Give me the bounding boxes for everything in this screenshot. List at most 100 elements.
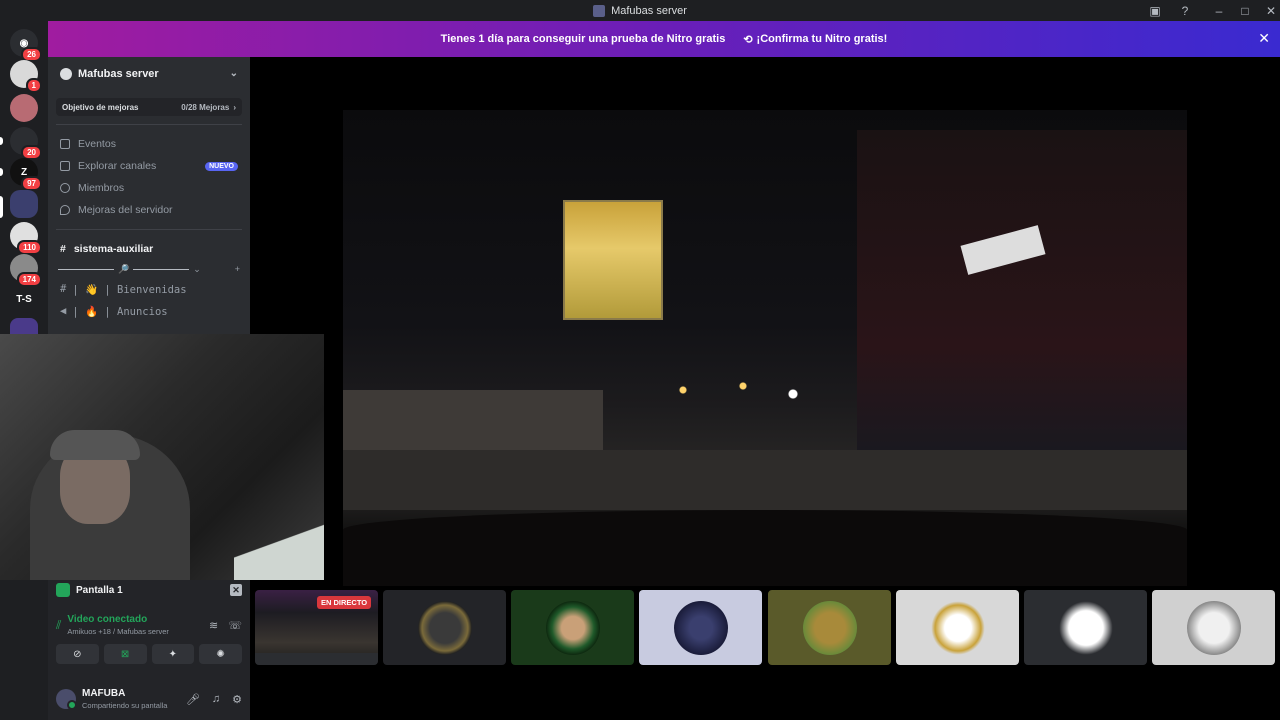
direct-messages-icon[interactable]: ◉ 26 — [10, 29, 42, 62]
separator-icon: 🔎 — [118, 263, 130, 274]
server-icon[interactable]: 174 — [10, 254, 42, 287]
camera-off-button[interactable]: ⊘ — [56, 644, 99, 664]
participant-avatar — [1058, 600, 1113, 655]
maximize-icon[interactable]: □ — [1232, 0, 1258, 21]
window-titlebar: Mafubas server ▣ ? – □ ✕ — [0, 0, 1280, 21]
chevron-right-icon: › — [233, 102, 236, 112]
participant-tile[interactable] — [1024, 590, 1147, 665]
nav-members[interactable]: Miembros — [48, 177, 250, 199]
nav-label: Explorar canales — [78, 160, 157, 172]
participant-avatar — [417, 600, 472, 655]
server-badge: 97 — [21, 176, 42, 191]
minimize-icon[interactable]: – — [1206, 0, 1232, 21]
inbox-icon[interactable]: ▣ — [1142, 0, 1168, 21]
server-shield-icon — [60, 67, 72, 80]
user-status: Compartiendo su pantalla — [82, 701, 168, 710]
video-dashboard — [343, 510, 1187, 586]
screen-share-button[interactable]: ⊠ — [103, 644, 147, 664]
participant-avatar — [545, 600, 600, 655]
voice-actions: ≋ ☏ — [209, 619, 242, 632]
participant-avatar — [930, 600, 985, 655]
selected-indicator — [0, 196, 3, 218]
participant-tile[interactable] — [1152, 590, 1275, 665]
activities-button[interactable]: ✦ — [151, 644, 195, 664]
screen-share-icon — [56, 583, 70, 597]
server-icon[interactable] — [10, 318, 38, 334]
channel-sistema-auxiliar[interactable]: # sistema-auxiliar — [48, 238, 250, 260]
avatar[interactable] — [56, 689, 77, 710]
server-icon[interactable]: 20 — [10, 127, 42, 160]
microphone-icon[interactable]: 🎤︎ — [186, 693, 200, 706]
boost-count: 0/28 Mejoras — [181, 102, 230, 112]
nitro-icon: ⟲ — [743, 33, 753, 46]
close-window-icon[interactable]: ✕ — [1258, 0, 1280, 21]
video-road — [343, 450, 1187, 510]
participant-tile[interactable] — [511, 590, 634, 665]
help-icon[interactable]: ? — [1172, 0, 1198, 21]
server-label: T-S — [16, 293, 32, 305]
browse-icon — [60, 161, 70, 171]
stream-title: Pantalla 1 — [76, 584, 123, 596]
server-icon[interactable]: Z 97 — [10, 158, 42, 191]
participant-tile[interactable] — [639, 590, 762, 665]
username: MAFUBA — [82, 688, 126, 699]
divider — [56, 229, 242, 230]
video-billboard — [563, 200, 663, 320]
channel-label: | 👋 | Bienvenidas — [72, 283, 187, 296]
close-banner-icon[interactable]: ✕ — [1258, 30, 1270, 47]
nav-events[interactable]: Eventos — [48, 133, 250, 155]
participant-tile-stream[interactable]: EN DIRECTO — [255, 590, 378, 665]
server-icon-mafubas[interactable] — [10, 190, 38, 218]
channel-anuncios[interactable]: ◀ | 🔥 | Anuncios — [48, 300, 250, 322]
user-panel: MAFUBA Compartiendo su pantalla 🎤︎ ♫ ⚙ — [48, 678, 250, 720]
participant-tile[interactable] — [768, 590, 891, 665]
headphones-icon[interactable]: ♫ — [212, 693, 220, 706]
category-line — [58, 268, 114, 270]
participant-tile[interactable] — [383, 590, 506, 665]
voice-buttons: ⊘ ⊠ ✦ ✺ — [48, 644, 250, 664]
boost-goal[interactable]: Objetivo de mejoras 0/28 Mejoras › — [56, 98, 242, 116]
nitro-cta-link[interactable]: ⟲ ¡Confirma tu Nitro gratis! — [743, 33, 887, 46]
settings-gear-icon[interactable]: ⚙ — [232, 693, 242, 706]
category-line — [133, 268, 190, 270]
nav-label: Mejoras del servidor — [78, 204, 173, 216]
boost-icon — [60, 205, 70, 215]
server-icon[interactable]: 1 — [10, 60, 42, 93]
server-icon[interactable]: 110 — [10, 222, 42, 255]
live-badge: EN DIRECTO — [317, 596, 372, 609]
unread-indicator — [0, 168, 3, 176]
boost-label: Objetivo de mejoras — [62, 102, 139, 112]
participant-tile[interactable] — [896, 590, 1019, 665]
server-icon[interactable] — [10, 94, 38, 122]
server-icon[interactable]: T-S — [10, 285, 38, 313]
noise-suppression-icon[interactable]: ≋ — [209, 619, 218, 632]
disconnect-icon[interactable]: ☏ — [228, 619, 242, 632]
server-badge: 1 — [25, 78, 42, 93]
unread-indicator — [0, 137, 3, 145]
calendar-icon — [60, 139, 70, 149]
video-building-right — [857, 130, 1187, 490]
stream-preview-bar — [255, 653, 378, 665]
server-header[interactable]: Mafubas server ⌄ — [48, 57, 250, 90]
chevron-down-icon: ⌄ — [193, 263, 201, 274]
nav-browse-channels[interactable]: Explorar canales NUEVO — [48, 155, 250, 177]
voice-channel: Amikuos +18 / Mafubas server — [67, 627, 169, 636]
announcement-icon: ◀ — [60, 305, 67, 317]
participant-avatar — [802, 600, 857, 655]
members-icon — [60, 183, 70, 193]
nav-label: Miembros — [78, 182, 125, 194]
nitro-cta-label: ¡Confirma tu Nitro gratis! — [756, 33, 888, 45]
add-channel-icon[interactable]: + — [235, 264, 240, 274]
close-stream-icon[interactable]: ✕ — [230, 584, 242, 596]
stream-header: Pantalla 1 ✕ — [48, 580, 250, 600]
app-logo-icon — [593, 4, 606, 17]
server-badge: 110 — [17, 240, 42, 255]
webcam-hat — [50, 430, 140, 460]
soundboard-button[interactable]: ✺ — [199, 644, 242, 664]
channel-bienvenidas[interactable]: # | 👋 | Bienvenidas — [48, 278, 250, 300]
participant-avatar — [673, 600, 728, 655]
voice-panel: Pantalla 1 ✕ ⫽ Video conectado Amikuos +… — [48, 580, 250, 678]
stream-video[interactable] — [343, 110, 1187, 586]
category-header[interactable]: 🔎 ⌄ + — [48, 260, 250, 278]
nav-server-boosts[interactable]: Mejoras del servidor — [48, 199, 250, 221]
